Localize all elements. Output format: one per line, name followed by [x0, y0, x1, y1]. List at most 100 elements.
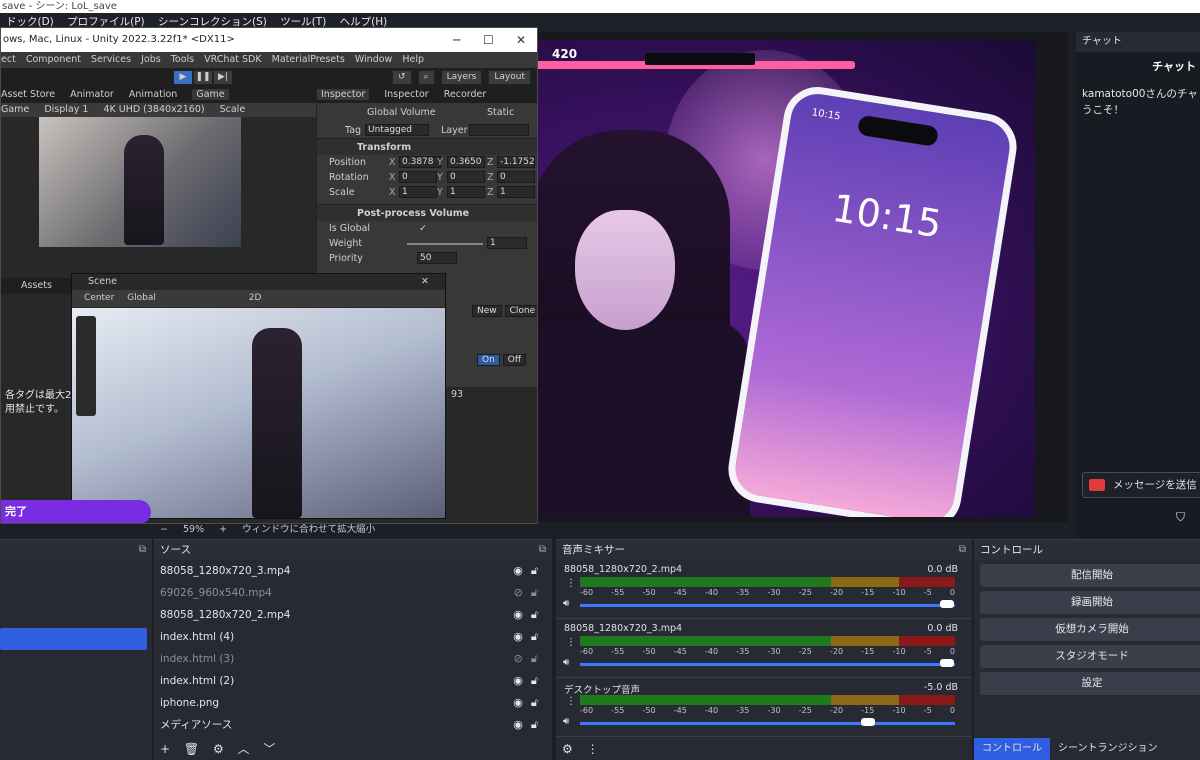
more-icon[interactable]: ⋮ — [587, 742, 599, 756]
static-label[interactable]: Static — [487, 103, 514, 123]
scene-view[interactable] — [72, 308, 445, 518]
eye-hidden-icon[interactable]: ⊘ — [514, 586, 523, 599]
game-view[interactable] — [39, 117, 241, 247]
source-item[interactable]: index.html (3) ⊘ 🔓︎ — [154, 648, 552, 670]
unity-window[interactable]: ows, Mac, Linux - Unity 2022.3.22f1* <DX… — [0, 27, 538, 524]
on-button[interactable]: On — [477, 354, 500, 366]
scale-z[interactable]: 1 — [497, 186, 535, 198]
ppv-header[interactable]: Post-process Volume — [317, 204, 537, 221]
advanced-audio-gear-icon[interactable]: ⚙ — [562, 742, 573, 756]
volume-fader[interactable] — [580, 722, 955, 725]
resolution-select[interactable]: 4K UHD (3840x2160) — [103, 104, 204, 115]
tab-animation[interactable]: Animation — [129, 89, 177, 100]
gear-icon[interactable]: ⚙ — [213, 742, 224, 756]
tab-recorder[interactable]: Recorder — [444, 89, 487, 100]
tab-assets[interactable]: Assets — [21, 280, 52, 291]
volume-knob[interactable] — [860, 718, 875, 726]
speaker-icon[interactable]: 🔊︎ — [563, 716, 569, 727]
is-global-checkbox[interactable]: ✓ — [419, 221, 427, 236]
trash-icon[interactable]: 🗑︎ — [184, 742, 199, 756]
undock-icon[interactable]: ⧉ — [139, 540, 146, 560]
tab-controls[interactable]: コントロール — [974, 738, 1050, 760]
lock-icon[interactable]: 🔓︎ — [531, 630, 538, 643]
source-item[interactable]: 88058_1280x720_2.mp4 ◉ 🔓︎ — [154, 604, 552, 626]
undock-icon[interactable]: ⧉ — [539, 540, 546, 560]
source-item[interactable]: 69026_960x540.mp4 ⊘ 🔓︎ — [154, 582, 552, 604]
tab-scene-transitions[interactable]: シーントランジション — [1050, 738, 1166, 760]
lock-icon[interactable]: 🔓︎ — [531, 564, 538, 577]
lock-icon[interactable]: 🔓︎ — [531, 652, 538, 665]
start-recording-button[interactable]: 録画開始 — [980, 591, 1200, 614]
transform-tools[interactable] — [76, 316, 96, 416]
pause-icon[interactable]: ❚❚ — [193, 70, 213, 85]
layout-dropdown[interactable]: Layout — [488, 70, 531, 85]
lock-icon[interactable]: 🔓︎ — [531, 674, 538, 687]
chevron-up-icon[interactable]: ︿ — [238, 742, 250, 756]
clone-button[interactable]: Clone — [504, 305, 537, 317]
rotation-x[interactable]: 0 — [399, 171, 437, 183]
layers-dropdown[interactable]: Layers — [440, 70, 483, 85]
pivot-center-dropdown[interactable]: Center — [84, 293, 114, 303]
volume-knob[interactable] — [940, 600, 954, 608]
lock-icon[interactable]: 🔓︎ — [531, 608, 538, 621]
eye-icon[interactable]: ◉ — [513, 564, 523, 577]
source-item[interactable]: メディアソース ◉ 🔓︎ — [154, 714, 552, 736]
tab-inspector-2[interactable]: Inspector — [384, 89, 428, 100]
eye-icon[interactable]: ◉ — [513, 608, 523, 621]
zoom-out-icon[interactable]: − — [160, 524, 168, 535]
pivot-global-dropdown[interactable]: Global — [127, 293, 156, 303]
chat-send-input[interactable]: メッセージを送信 — [1082, 472, 1200, 498]
display-select[interactable]: Display 1 — [44, 104, 88, 115]
layer-dropdown[interactable] — [469, 124, 529, 136]
volume-fader[interactable] — [580, 663, 955, 666]
unity-menu-materialpresets[interactable]: MaterialPresets — [272, 54, 345, 65]
selected-scene[interactable] — [0, 628, 147, 650]
unity-menu-help[interactable]: Help — [402, 54, 424, 65]
chevron-down-icon[interactable]: ﹀ — [263, 742, 275, 756]
unity-menu-component[interactable]: Component — [26, 54, 81, 65]
channel-menu-icon[interactable]: ⋮ — [566, 696, 576, 707]
studio-mode-button[interactable]: スタジオモード — [980, 645, 1200, 668]
speaker-icon[interactable]: 🔊︎ — [563, 598, 569, 609]
unity-menu-services[interactable]: Services — [91, 54, 131, 65]
eye-icon[interactable]: ◉ — [513, 674, 523, 687]
scale-y[interactable]: 1 — [447, 186, 485, 198]
tab-scene[interactable]: Scene — [88, 276, 117, 287]
zoom-in-icon[interactable]: + — [219, 524, 227, 535]
close-icon[interactable]: ✕ — [516, 28, 526, 52]
undock-icon[interactable]: ⧉ — [959, 540, 966, 560]
eye-icon[interactable]: ◉ — [513, 718, 523, 731]
close-scene-icon[interactable]: ✕ — [421, 274, 429, 290]
unity-menu-jobs[interactable]: Jobs — [141, 54, 161, 65]
volume-knob[interactable] — [940, 659, 954, 667]
zoom-fit-dropdown[interactable]: ウィンドウに合わせて拡大縮小 — [242, 524, 375, 535]
speaker-icon[interactable]: 🔊︎ — [563, 657, 569, 668]
done-button[interactable]: 完了 — [1, 500, 151, 523]
toggle-2d[interactable]: 2D — [249, 293, 262, 303]
minimize-icon[interactable]: ─ — [453, 28, 460, 52]
eye-hidden-icon[interactable]: ⊘ — [514, 652, 523, 665]
source-item[interactable]: index.html (2) ◉ 🔓︎ — [154, 670, 552, 692]
tab-inspector-1[interactable]: Inspector — [317, 89, 370, 100]
position-x[interactable]: 0.3878 — [399, 156, 441, 168]
rotation-z[interactable]: 0 — [497, 171, 535, 183]
unity-menu-project[interactable]: ect — [1, 54, 16, 65]
new-button[interactable]: New — [472, 305, 502, 317]
lock-icon[interactable]: 🔓︎ — [531, 586, 538, 599]
lock-icon[interactable]: 🔓︎ — [531, 696, 538, 709]
channel-menu-icon[interactable]: ⋮ — [566, 578, 576, 589]
off-button[interactable]: Off — [502, 354, 527, 366]
search-icon[interactable]: ⌕ — [417, 70, 435, 85]
unity-menu-vrchat[interactable]: VRChat SDK — [204, 54, 261, 65]
position-y[interactable]: 0.3650 — [447, 156, 485, 168]
unity-menu-window[interactable]: Window — [355, 54, 392, 65]
eye-icon[interactable]: ◉ — [513, 630, 523, 643]
shield-icon[interactable]: ⛉ — [1176, 510, 1185, 525]
object-name[interactable]: Global Volume — [367, 107, 436, 118]
priority-field[interactable]: 50 — [417, 252, 457, 264]
scale-x[interactable]: 1 — [399, 186, 437, 198]
start-streaming-button[interactable]: 配信開始 — [980, 564, 1200, 587]
step-icon[interactable]: ▶| — [213, 70, 233, 85]
play-icon[interactable]: ▶ — [173, 70, 193, 85]
tag-dropdown[interactable]: Untagged — [365, 124, 429, 136]
